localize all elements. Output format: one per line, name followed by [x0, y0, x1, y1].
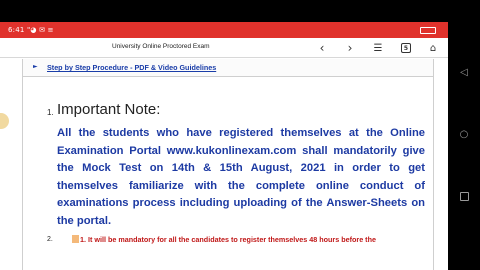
list-item-number: 2. — [47, 236, 53, 243]
edge-panel-handle[interactable] — [0, 113, 9, 129]
tabs-button[interactable]: 5 — [398, 40, 414, 56]
status-bar-text: 6:41 "◕ ✉ ≡ — [8, 26, 54, 34]
home-circle-icon[interactable]: ○ — [458, 128, 470, 140]
recents-icon[interactable] — [458, 190, 470, 202]
back-icon[interactable]: ◁ — [458, 66, 470, 78]
tabs-icon: 5 — [401, 43, 411, 53]
important-note-heading: Important Note: — [57, 101, 161, 118]
highlight-marker — [72, 235, 79, 243]
arrow-right-icon: ► — [33, 63, 38, 70]
procedure-link[interactable]: Step by Step Procedure - PDF & Video Gui… — [47, 63, 216, 72]
list-item-number: 1. — [47, 108, 54, 117]
bookmark-list-icon[interactable]: ☰ — [370, 40, 386, 56]
chevron-right-icon[interactable]: › — [342, 40, 358, 56]
procedure-bar: ► Step by Step Procedure - PDF & Video G… — [22, 59, 434, 77]
page-title: University Online Proctored Exam — [112, 43, 210, 50]
navigation-bar: ◁ ○ — [448, 38, 480, 270]
important-note-body: All the students who have registered the… — [57, 127, 425, 227]
list-item-body: 1. It will be mandatory for all the cand… — [80, 235, 376, 244]
web-content: ► Step by Step Procedure - PDF & Video G… — [0, 58, 448, 270]
browser-app-bar: University Online Proctored Exam ‹ › ☰ 5… — [0, 38, 448, 58]
battery-icon — [420, 26, 436, 34]
list-item-text: 1. It will be mandatory for all the cand… — [72, 235, 432, 244]
chevron-left-icon[interactable]: ‹ — [314, 40, 330, 56]
status-bar: 6:41 "◕ ✉ ≡ — [0, 22, 448, 38]
home-icon[interactable]: ⌂ — [425, 40, 441, 56]
